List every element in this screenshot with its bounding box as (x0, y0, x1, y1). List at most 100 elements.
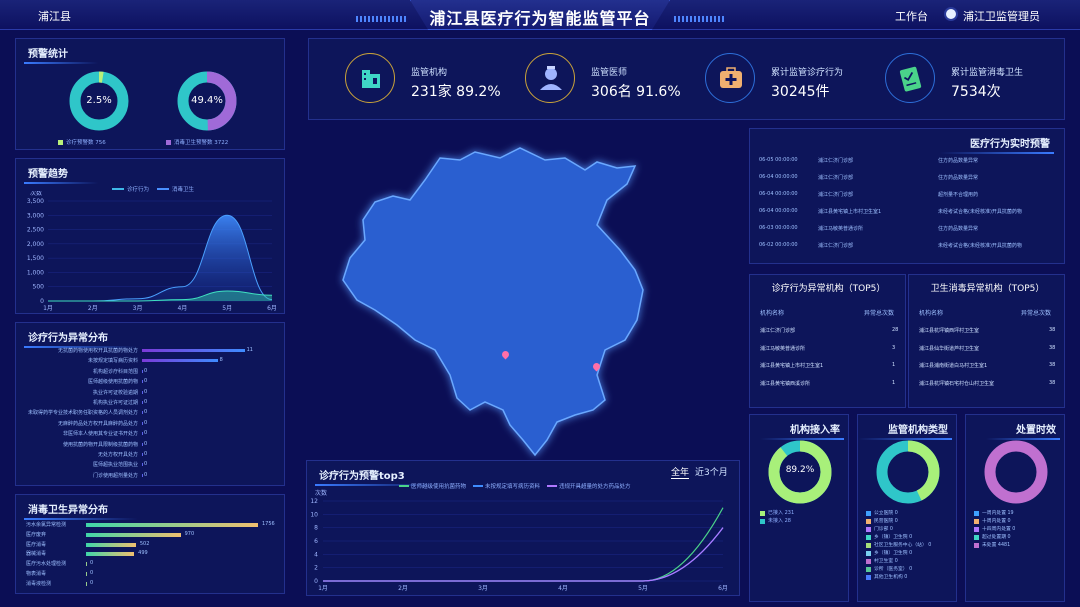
region-label[interactable]: 浦江县 (38, 8, 71, 24)
realtime-org: 浦江仁济门诊部 (818, 158, 854, 164)
access-legend-1: 已接入 231 (768, 510, 795, 516)
clinical-abnormal-value: 0 (144, 367, 148, 374)
top5-row[interactable]: 浦江县仙华街道芦村卫生室 38 (909, 343, 1066, 355)
tab-3-months[interactable]: 近3个月 (695, 465, 728, 478)
workbench-link[interactable]: 工作台 (895, 8, 928, 24)
hygiene-abnormal-list: 污水余氯异常检测 1756 医疗废弃 970 医疗消毒 502 器械消毒 499 医疗污水处理检… (16, 521, 286, 593)
legend-label: 村卫生室 0 (874, 559, 898, 564)
user-name[interactable]: 浦江卫监管理员 (963, 8, 1040, 24)
hygiene-abnormal-label: 污水余氯异常检测 (26, 522, 67, 528)
legend-swatch-clinical (58, 140, 63, 145)
clinical-abnormal-bar (142, 380, 143, 384)
legend-swatch (974, 543, 979, 548)
handling-donut (984, 440, 1048, 504)
top5-clinical-col-name: 机构名称 (760, 310, 785, 317)
access-swatch-2 (760, 519, 765, 524)
realtime-desc: 超剂量不合理用药 (938, 192, 979, 198)
handling-panel: 处置时效 一周内处置 19 十周内处置 0 十四周内处置 0 超过处置期 0 未处置 4… (965, 414, 1065, 602)
clinical-abnormal-label: 医师越级使用抗菌药物 (87, 379, 138, 386)
trend-xtick: 6月 (267, 305, 277, 311)
top5-row[interactable]: 浦江仁济门诊部 28 (750, 325, 907, 337)
kpi-orgs-value: 231家 89.2% (411, 84, 501, 100)
hygiene-abnormal-bar (86, 572, 87, 576)
top3-ytick: 12 (310, 498, 318, 505)
handling-title: 处置时效 (986, 421, 1060, 440)
trend-ytick: 3,000 (27, 212, 44, 219)
hygiene-abnormal-bar (86, 542, 136, 547)
realtime-row[interactable]: 06-04 00:00:00 浦江仁济门诊部 超剂量不合理用药 (750, 189, 1066, 201)
hygiene-abnormal-label: 器械消毒 (26, 551, 47, 558)
legend-label: 民营医院 0 (874, 519, 898, 524)
realtime-row[interactable]: 06-04 00:00:00 浦江县黄宅镇上市村卫生室1 未经考试合格(未经核准)开… (750, 206, 1066, 218)
clinical-abnormal-label: 使用抗菌药物开具限制级抗菌药物 (62, 441, 138, 448)
top5-org-name: 浦江县浦南街道白马村卫生室1 (919, 363, 988, 369)
legend-swatch (866, 535, 871, 540)
legend-swatch (866, 559, 871, 564)
alert-donut-hygiene-pct: 49.4% (191, 95, 223, 106)
trend-legend-line-2 (157, 188, 169, 190)
top5-row[interactable]: 浦江县浦南街道白马村卫生室1 38 (909, 360, 1066, 372)
trend-ytick: 2,500 (27, 227, 44, 234)
kpi-clinical-label: 累计监管诊疗行为 (771, 68, 844, 78)
user-avatar-icon[interactable] (944, 7, 958, 21)
realtime-org: 浦江县黄宅镇上市村卫生室1 (818, 209, 882, 215)
top5-row[interactable]: 浦江县黄宅镇上市村卫生室1 1 (750, 360, 907, 372)
clinical-abnormal-label: 无麻醉药品处方权开具麻醉药品处方 (57, 420, 138, 427)
kpi-bar: 监管机构 231家 89.2% 监管医师 306名 91.6% 累计监管诊疗行为… (308, 38, 1065, 120)
county-map[interactable] (335, 140, 655, 470)
top5-count: 38 (1049, 362, 1056, 368)
legend-label: 一周内处置 19 (982, 511, 1014, 516)
realtime-time: 06-03 00:00:00 (759, 225, 798, 231)
realtime-row[interactable]: 06-03 00:00:00 浦江马敏英普通诊所 住方药品数量异常 (750, 223, 1066, 235)
top5-count: 1 (892, 362, 896, 368)
tab-full-year[interactable]: 全年 (671, 465, 690, 479)
top5-row[interactable]: 浦江马敏英普通诊所 3 (750, 343, 907, 355)
legend-label: 十周内处置 0 (982, 519, 1011, 524)
trend-xtick: 3月 (133, 305, 143, 311)
top3-chart: 次数 0 2 4 6 8 10 12 1月 2月 3月 4月 5月 6月 (310, 489, 728, 592)
top3-legend-line-2 (473, 485, 483, 487)
trend-xtick: 4月 (177, 305, 187, 311)
doctor-icon (525, 53, 575, 103)
hygiene-abnormal-label: 医疗废弃 (26, 531, 47, 538)
top3-legend-line-1 (399, 485, 409, 487)
trend-ytick: 0 (40, 298, 44, 305)
clinical-abnormal-label: 未取得药学专业技术职务任职资格的人员调剂处方 (27, 410, 138, 417)
top5-row[interactable]: 浦江县杭坪镇西坪村卫生室 38 (909, 325, 1066, 337)
clinical-abnormal-title: 诊疗行为异常分布 (24, 329, 138, 348)
clinical-abnormal-bar (142, 359, 218, 363)
realtime-time: 06-04 00:00:00 (759, 191, 798, 197)
clinical-abnormal-value: 11 (246, 347, 253, 353)
clinical-abnormal-bar (142, 369, 143, 373)
top5-count: 38 (1049, 379, 1056, 386)
realtime-row[interactable]: 06-04 00:00:00 浦江仁济门诊部 住方药品数量异常 (750, 172, 1066, 184)
org-types-title: 监管机构类型 (858, 421, 952, 440)
alert-stats-panel: 预警统计 2.5% 49.4% 诊疗预警数 756 消毒卫生预警数 3722 (15, 38, 285, 150)
clinical-abnormal-label: 无处方权开具处方 (97, 452, 138, 458)
legend-label: 十四周内处置 0 (982, 527, 1016, 532)
realtime-row[interactable]: 06-02 00:00:00 浦江仁济门诊部 未经考试合格(未经核准)开具抗菌药物 (750, 240, 1066, 252)
trend-ytick: 2,000 (27, 241, 44, 248)
clinical-abnormal-bar (142, 411, 143, 415)
access-legend-2: 未接入 28 (768, 518, 791, 524)
realtime-desc: 住方药品数量异常 (938, 226, 979, 232)
legend-swatch (866, 567, 871, 572)
trend-ytick: 1,500 (27, 255, 44, 262)
clinical-abnormal-value: 0 (144, 440, 148, 447)
top5-row[interactable]: 浦江县黄宅镇西溪诊所 1 (750, 378, 907, 390)
realtime-time: 06-04 00:00:00 (759, 208, 798, 214)
top5-org-name: 浦江县黄宅镇西溪诊所 (760, 380, 811, 387)
realtime-desc: 未经考试合格(未经核准)开具抗菌药物 (938, 209, 1022, 215)
trend-ytick: 3,500 (27, 198, 44, 205)
clinical-abnormal-value: 0 (144, 471, 148, 478)
hygiene-abnormal-title: 消毒卫生异常分布 (24, 501, 138, 520)
legend-label: 未处置 4481 (982, 543, 1011, 548)
clinical-abnormal-list: 无抗菌药物使用权开具抗菌药物处方 11 未按规定填写病历资料 8 机构超诊疗科目范围 0 医… (16, 347, 286, 483)
top5-count: 38 (1049, 327, 1056, 333)
legend-label: 乡（镇）卫生院 0 (874, 535, 913, 540)
top5-row[interactable]: 浦江县杭坪镇石宅村仓山村卫生室 38 (909, 378, 1066, 390)
handling-legend: 一周内处置 19 十周内处置 0 十四周内处置 0 超过处置期 0 未处置 4481 (966, 509, 1066, 569)
clinical-abnormal-bar (142, 442, 143, 446)
realtime-row[interactable]: 06-05 00:00:00 浦江仁济门诊部 住方药品数量异常 (750, 155, 1066, 167)
realtime-desc: 未经考试合格(未经核准)开具抗菌药物 (938, 243, 1022, 249)
